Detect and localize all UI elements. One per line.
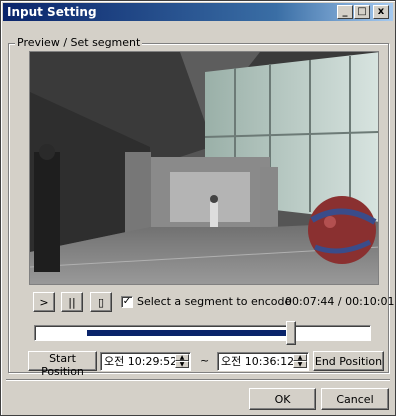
end-time-spinner[interactable]: ▲ ▼ [293, 354, 307, 369]
segment-range-fill [86, 330, 292, 336]
range-tilde: ~ [200, 354, 210, 367]
preview-group-label: Preview / Set segment [15, 36, 143, 49]
segment-slider[interactable] [34, 321, 371, 345]
stop-button[interactable]: ▯ [90, 292, 112, 312]
start-time-value: 오전 10:29:52 [104, 355, 178, 368]
pause-button[interactable]: || [61, 292, 83, 312]
input-setting-window: Input Setting _ □ x Preview / Set segmen… [0, 0, 396, 416]
minimize-button[interactable]: _ [337, 5, 353, 19]
window-title: Input Setting [7, 5, 97, 19]
cancel-button[interactable]: Cancel [321, 388, 389, 410]
slider-thumb[interactable] [286, 321, 297, 345]
close-button[interactable]: x [373, 5, 389, 19]
title-bar[interactable]: Input Setting _ □ x [3, 3, 393, 21]
time-readout: 00:07:44 / 00:10:01 [285, 295, 395, 308]
spin-down-icon[interactable]: ▼ [175, 361, 189, 368]
video-frame-image [30, 52, 378, 284]
spin-down-icon[interactable]: ▼ [293, 361, 307, 368]
start-time-field[interactable]: 오전 10:29:52 ▲ ▼ [100, 352, 191, 371]
spin-up-icon[interactable]: ▲ [293, 354, 307, 361]
end-time-field[interactable]: 오전 10:36:12 ▲ ▼ [217, 352, 309, 371]
select-segment-label: Select a segment to encode [137, 295, 292, 308]
ok-button[interactable]: OK [249, 388, 316, 410]
maximize-button[interactable]: □ [354, 5, 370, 19]
end-time-value: 오전 10:36:12 [221, 355, 295, 368]
spin-up-icon[interactable]: ▲ [175, 354, 189, 361]
play-button[interactable]: > [33, 292, 55, 312]
start-time-spinner[interactable]: ▲ ▼ [175, 354, 189, 369]
footer-separator [6, 379, 390, 381]
end-position-button[interactable]: End Position [313, 351, 384, 371]
video-preview [29, 51, 379, 285]
start-position-button[interactable]: Start Position [28, 351, 97, 378]
select-segment-checkbox[interactable]: ✓ [121, 296, 133, 308]
